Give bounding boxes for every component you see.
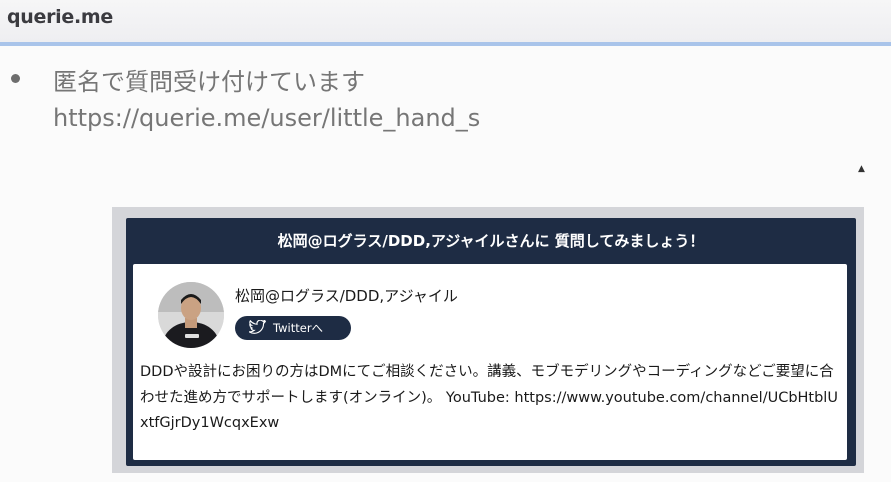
bullet-dot	[11, 74, 20, 83]
header-title: querie.me	[7, 6, 113, 28]
mouse-cursor-icon: ▲	[858, 164, 865, 174]
bullet-item: 匿名で質問受け付けています https://querie.me/user/lit…	[53, 64, 480, 136]
user-name[interactable]: 松岡@ログラス/DDD,アジャイル	[235, 285, 458, 306]
profile-bio: DDDや設計にお困りの方はDMにてご相談ください。講義、モブモデリングやコーディ…	[140, 364, 838, 431]
bullet-line-2-url[interactable]: https://querie.me/user/little_hand_s	[53, 100, 480, 136]
card-header-text: 松岡@ログラス/DDD,アジャイルさんに 質問してみましょう！	[277, 231, 705, 250]
twitter-button-label: Twitterへ	[273, 321, 324, 335]
twitter-button[interactable]: Twitterへ	[235, 316, 351, 340]
twitter-bird-icon	[248, 318, 267, 338]
card-body: 松岡@ログラス/DDD,アジャイル Twitterへ DDDや設計にお困りの方は…	[133, 264, 847, 460]
bullet-line-1: 匿名で質問受け付けています	[53, 68, 365, 96]
header-divider	[0, 42, 891, 46]
slide-header: querie.me	[0, 0, 891, 42]
question-card: 松岡@ログラス/DDD,アジャイルさんに 質問してみましょう！ 松岡@ログラス/…	[126, 218, 856, 466]
avatar[interactable]	[158, 282, 224, 348]
